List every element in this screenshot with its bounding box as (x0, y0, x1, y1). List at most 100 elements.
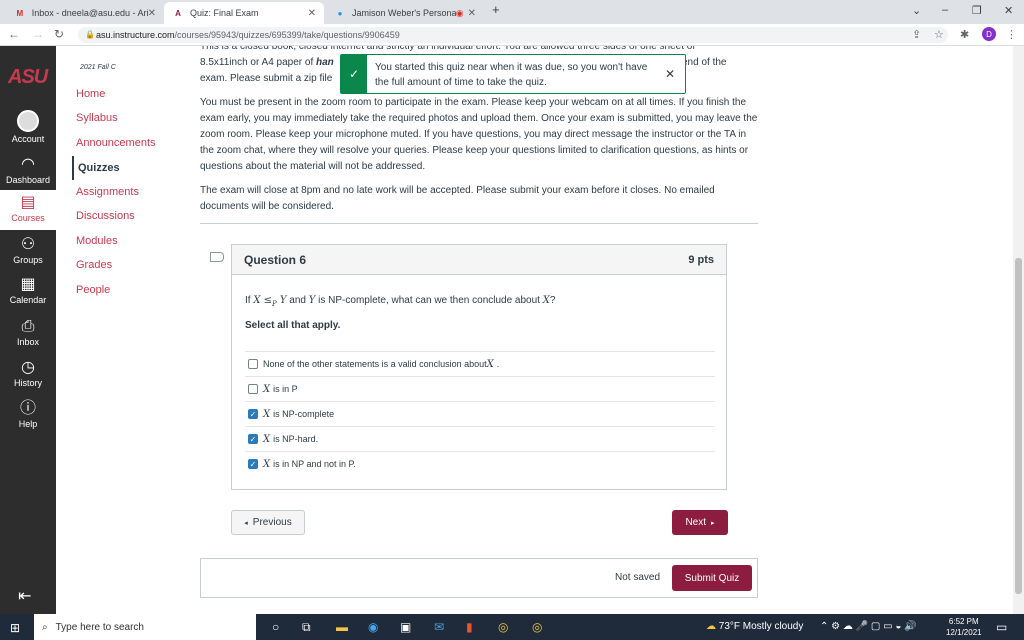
answer-checkbox-checked[interactable]: ✓ (248, 434, 258, 444)
minimize-icon[interactable]: – (942, 4, 948, 16)
back-icon[interactable]: ← (8, 27, 20, 41)
dashboard-icon: ◠ (21, 156, 35, 173)
course-nav-announcements[interactable]: Announcements (76, 137, 156, 149)
collapse-nav-icon[interactable]: ⇤ (18, 586, 31, 606)
calendar-icon: ▦ (20, 276, 36, 293)
answer-option[interactable]: ✓ Xis NP-hard. (245, 426, 715, 451)
close-window-icon[interactable]: ✕ (1004, 4, 1013, 17)
previous-button[interactable]: ◂ Previous (231, 510, 305, 535)
course-nav-people[interactable]: People (76, 284, 110, 296)
help-icon: ⓘ (19, 400, 36, 417)
course-nav-quizzes[interactable]: Quizzes (72, 156, 120, 180)
submit-quiz-button[interactable]: Submit Quiz (672, 565, 752, 591)
chrome-alt-icon[interactable]: ◎ (532, 620, 542, 634)
file-explorer-icon[interactable]: ▬ (336, 620, 348, 634)
recording-icon: ◉ (455, 7, 464, 18)
course-nav-syllabus[interactable]: Syllabus (76, 112, 118, 124)
question-header: Question 6 9 pts (232, 245, 726, 275)
next-button[interactable]: Next ▸ (672, 510, 728, 535)
nav-help[interactable]: ⓘ Help (0, 400, 56, 429)
groups-icon: ⚇ (20, 236, 36, 253)
chevron-left-icon: ◂ (244, 519, 248, 527)
course-term: 2021 Fall C (80, 64, 116, 71)
nav-inbox[interactable]: ⎙ Inbox (0, 318, 56, 347)
restore-icon[interactable]: ❐ (972, 4, 982, 17)
url-field[interactable]: 🔒 asu.instructure.com/courses/95943/quiz… (78, 27, 948, 43)
scrollbar-thumb[interactable] (1015, 258, 1022, 594)
tab-gmail[interactable]: M Inbox - dneela@asu.edu - Arizona ✕ (6, 2, 164, 24)
answer-checkbox-checked[interactable]: ✓ (248, 459, 258, 469)
lock-icon: 🔒 (85, 30, 95, 39)
question-title: Question 6 (244, 252, 307, 267)
question-points: 9 pts (688, 253, 714, 266)
menu-icon[interactable]: ⋮ (1006, 28, 1017, 41)
windows-start-icon[interactable]: ⊞ (10, 621, 20, 635)
nav-calendar[interactable]: ▦ Calendar (0, 276, 56, 305)
notifications-icon[interactable]: ▭ (996, 620, 1007, 634)
answer-option[interactable]: Xis in P (245, 376, 715, 401)
edge-icon[interactable]: ◉ (368, 620, 378, 634)
system-tray[interactable]: ⌃ ⚙ ☁ 🎤 ▢ ▭ ◒ 🔊 (820, 621, 917, 632)
forward-icon[interactable]: → (32, 27, 44, 41)
courses-icon: ▤ (20, 194, 36, 211)
chrome-icon[interactable]: ◎ (498, 620, 508, 634)
clock[interactable]: 6:52 PM 12/1/2021 (946, 616, 982, 638)
cortana-icon[interactable]: ○ (272, 620, 279, 634)
address-bar: ← → ↻ 🔒 asu.instructure.com/courses/9594… (0, 24, 1024, 46)
close-icon[interactable]: ✕ (665, 67, 675, 81)
course-nav: 2021 Fall C Home Syllabus Announcements … (56, 46, 196, 614)
office-icon[interactable]: ▮ (466, 620, 473, 634)
check-icon: ✓ (341, 55, 367, 93)
store-icon[interactable]: ▣ (400, 620, 411, 634)
windows-taskbar: ⊞ ⌕ Type here to search ○ ⧉ ▬ ◉ ▣ ✉ ▮ ◎ … (0, 614, 1024, 640)
mail-icon[interactable]: ✉ (434, 620, 444, 634)
save-status: Not saved (615, 572, 661, 583)
answer-checkbox-checked[interactable]: ✓ (248, 409, 258, 419)
nav-dashboard[interactable]: ◠ Dashboard (0, 156, 56, 185)
late-start-toast: ✓ You started this quiz near when it was… (340, 54, 686, 94)
search-icon: ⌕ (42, 621, 48, 633)
flag-question-icon[interactable] (210, 252, 224, 262)
answer-checkbox[interactable] (248, 359, 258, 369)
answer-option[interactable]: ✓ Xis in NP and not in P. (245, 451, 715, 476)
course-nav-assignments[interactable]: Assignments (76, 186, 139, 198)
task-view-icon[interactable]: ⧉ (302, 620, 311, 635)
taskbar-search[interactable]: ⌕ Type here to search (34, 614, 256, 640)
divider (200, 223, 758, 224)
gmail-icon: M (16, 8, 24, 18)
question-card: Question 6 9 pts If X ≤P Y and Y is NP-c… (231, 244, 727, 490)
nav-courses[interactable]: ▤ Courses (0, 190, 56, 230)
close-icon[interactable]: ✕ (468, 8, 476, 19)
chevron-down-icon[interactable]: ⌄ (912, 4, 921, 17)
course-nav-grades[interactable]: Grades (76, 259, 112, 271)
course-nav-modules[interactable]: Modules (76, 235, 118, 247)
account-icon (17, 110, 39, 132)
share-icon[interactable]: ⇪ (912, 28, 921, 41)
close-icon[interactable]: ✕ (308, 8, 316, 19)
answer-checkbox[interactable] (248, 384, 258, 394)
history-icon: ◷ (21, 359, 35, 376)
tab-zoom[interactable]: ● Jamison Weber's Personal M ◉ ✕ (326, 2, 484, 24)
reload-icon[interactable]: ↻ (54, 27, 64, 41)
nav-account[interactable]: Account (0, 110, 56, 144)
nav-groups[interactable]: ⚇ Groups (0, 236, 56, 265)
tab-quiz[interactable]: A Quiz: Final Exam ✕ (164, 2, 324, 24)
course-nav-discussions[interactable]: Discussions (76, 210, 135, 222)
global-nav: ASU Account ◠ Dashboard ▤ Courses ⚇ Grou… (0, 46, 56, 614)
cloud-sun-icon: ☁ (706, 621, 716, 632)
course-nav-home[interactable]: Home (76, 88, 105, 100)
question-text: If X ≤P Y and Y is NP-complete, what can… (245, 295, 556, 308)
asu-logo[interactable]: ASU (8, 66, 48, 89)
browser-tab-bar: M Inbox - dneela@asu.edu - Arizona ✕ A Q… (0, 0, 1024, 24)
star-icon[interactable]: ☆ (934, 28, 944, 41)
nav-history[interactable]: ◷ History (0, 359, 56, 388)
new-tab-icon[interactable]: + (492, 2, 500, 17)
chevron-right-icon: ▸ (711, 519, 715, 527)
weather-widget[interactable]: ☁ 73°F Mostly cloudy (706, 621, 803, 632)
instructions-zoom: You must be present in the zoom room to … (200, 97, 758, 172)
answer-option[interactable]: ✓ Xis NP-complete (245, 401, 715, 426)
close-icon[interactable]: ✕ (148, 8, 156, 19)
extensions-icon[interactable]: ✱ (960, 28, 969, 41)
profile-avatar[interactable]: D (982, 27, 996, 41)
answer-option[interactable]: None of the other statements is a valid … (245, 351, 715, 376)
